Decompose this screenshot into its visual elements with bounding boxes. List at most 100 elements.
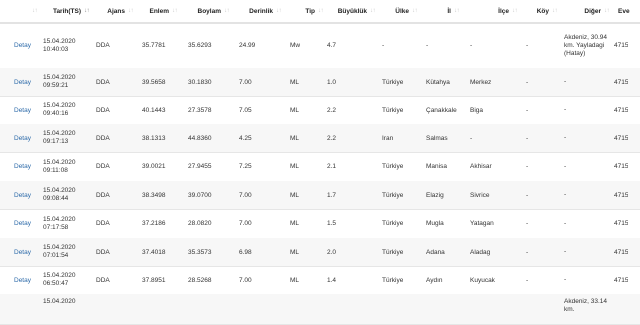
date-text: 15.04.2020 [43, 37, 76, 45]
header-il[interactable]: İl ↓↑ [420, 0, 462, 22]
date-time: 15.04.2020 09:08:44 [43, 181, 76, 209]
il-cell: Adana [426, 248, 445, 256]
sort-icon[interactable]: ↓↑ [84, 8, 90, 14]
boylam-cell: 44.8360 [188, 134, 212, 142]
buyukluk-cell: 1.0 [327, 78, 337, 86]
buyukluk-cell: 1.5 [327, 220, 337, 227]
il-cell: Çanakkale [426, 106, 457, 114]
detay-link[interactable]: Detay [14, 209, 31, 238]
header-ilce-label: İlçe [498, 7, 509, 15]
detay-link[interactable]: Detay [14, 152, 31, 181]
header-ilce[interactable]: İlçe ↓↑ [462, 0, 520, 22]
il-cell: Salmas [426, 134, 448, 142]
koy-cell: - [526, 106, 529, 114]
header-derinlik[interactable]: Derinlik ↓↑ [232, 0, 284, 22]
ajans-cell: DDA [96, 42, 110, 49]
derinlik-cell: 7.25 [239, 163, 252, 170]
derinlik-cell: 7.05 [239, 106, 252, 114]
date-time: 15.04.2020 07:01:54 [43, 238, 76, 266]
tip-cell: ML [290, 78, 300, 86]
sort-icon[interactable]: ↓↑ [552, 8, 558, 14]
header-tip[interactable]: Tip ↓↑ [284, 0, 326, 22]
detay-link[interactable]: Detay [14, 68, 31, 96]
event-cell: 4715 [614, 78, 629, 86]
enlem-cell: 37.4018 [142, 248, 166, 256]
buyukluk-cell: 2.2 [327, 106, 337, 114]
header-boylam-label: Boylam [197, 7, 221, 15]
header-buyukluk[interactable]: Büyüklük ↓↑ [326, 0, 378, 22]
boylam-cell: 35.3573 [188, 248, 212, 256]
table-row: Detay 15.04.2020 09:11:08 DDA 39.0021 27.9455… [0, 152, 640, 182]
header-enlem-label: Enlem [149, 7, 169, 15]
diger-cell: - [564, 248, 567, 255]
time-text: 10:40:03 [43, 45, 69, 53]
date-time: 15.04.2020 06:50:47 [43, 266, 76, 294]
sort-icon[interactable]: ↓↑ [604, 8, 610, 14]
koy-cell: - [526, 191, 529, 199]
sort-icon[interactable]: ↓↑ [412, 8, 418, 14]
koy-cell: - [526, 78, 529, 86]
header-event[interactable]: Eve [612, 0, 640, 22]
table-row: Detay 15.04.2020 06:50:47 DDA 37.8951 28.5268… [0, 266, 640, 295]
detay-link[interactable]: Detay [14, 266, 31, 294]
sort-icon[interactable]: ↓↑ [32, 8, 38, 14]
sort-icon[interactable]: ↓↑ [370, 8, 376, 14]
date-text: 15.04.2020 [43, 130, 76, 137]
date-text: 15.04.2020 [43, 102, 76, 109]
header-ulke[interactable]: Ülke ↓↑ [378, 0, 420, 22]
il-cell: - [426, 42, 429, 49]
table-row: Detay 15.04.2020 10:40:03 DDA 35.7781 35.6293… [0, 23, 640, 69]
sort-icon[interactable]: ↓↑ [128, 8, 134, 14]
tip-cell: Mw [290, 42, 301, 49]
il-cell: Aydın [426, 276, 443, 284]
koy-cell: - [526, 42, 529, 49]
diger-cell: - [564, 78, 567, 85]
tip-cell: ML [290, 134, 300, 142]
header-koy[interactable]: Köy ↓↑ [520, 0, 560, 22]
header-ajans[interactable]: Ajans ↓↑ [92, 0, 136, 22]
ulke-cell: Türkiye [382, 276, 404, 284]
boylam-cell: 28.0820 [188, 220, 212, 227]
date-time: 15.04.2020 09:11:08 [43, 152, 76, 181]
event-cell: 4715 [614, 276, 629, 284]
detay-link[interactable]: Detay [14, 23, 31, 68]
ulke-cell: - [382, 42, 385, 49]
date-text: 15.04.2020 [43, 244, 76, 251]
ilce-cell: Aladag [470, 248, 491, 256]
boylam-cell: 28.5268 [188, 276, 212, 284]
detay-link[interactable]: Detay [14, 96, 31, 124]
date-text: 15.04.2020 [43, 158, 76, 166]
sort-icon[interactable]: ↓↑ [276, 8, 282, 14]
koy-cell: - [526, 134, 529, 142]
detay-link[interactable]: Detay [14, 124, 31, 152]
tip-cell: ML [290, 191, 300, 199]
sort-icon[interactable]: ↓↑ [512, 8, 518, 14]
ajans-cell: DDA [96, 248, 110, 256]
enlem-cell: 39.5658 [142, 78, 166, 86]
sort-icon[interactable]: ↓↑ [172, 8, 178, 14]
ajans-cell: DDA [96, 191, 110, 199]
header-boylam[interactable]: Boylam ↓↑ [180, 0, 232, 22]
event-cell: 4715 [614, 248, 629, 256]
detay-link[interactable]: Detay [14, 238, 31, 266]
boylam-cell: 27.3578 [188, 106, 212, 114]
header-diger[interactable]: Diğer ↓↑ [560, 0, 612, 22]
koy-cell: - [526, 248, 529, 256]
event-cell: 4715 [614, 163, 629, 170]
date-time: 15.04.2020 [43, 294, 76, 324]
date-text: 15.04.2020 [43, 298, 76, 305]
il-cell: Manisa [426, 163, 447, 170]
sort-icon[interactable]: ↓↑ [454, 8, 460, 14]
date-text: 15.04.2020 [43, 272, 76, 279]
detay-link[interactable]: Detay [14, 181, 31, 209]
header-enlem[interactable]: Enlem ↓↑ [136, 0, 180, 22]
header-blank[interactable]: ↓↑ [0, 0, 40, 22]
header-tarih[interactable]: Tarih(TS) ↓↑ [40, 0, 92, 22]
time-text: 07:01:54 [43, 252, 69, 259]
sort-icon[interactable]: ↓↑ [224, 8, 230, 14]
ajans-cell: DDA [96, 106, 110, 114]
tip-cell: ML [290, 220, 300, 227]
sort-icon[interactable]: ↓↑ [318, 8, 324, 14]
ilce-cell: Yatagan [470, 220, 494, 227]
time-text: 06:50:47 [43, 280, 69, 287]
